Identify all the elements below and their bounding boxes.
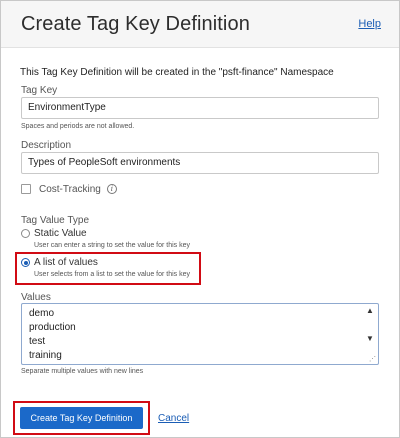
- help-link[interactable]: Help: [358, 18, 381, 30]
- tag-value-type-label: Tag Value Type: [21, 215, 90, 226]
- create-tag-key-button[interactable]: Create Tag Key Definition: [20, 407, 143, 429]
- create-tag-key-dialog: Create Tag Key Definition Help This Tag …: [0, 0, 400, 438]
- tag-key-input[interactable]: EnvironmentType: [21, 97, 379, 119]
- value-line: demo: [29, 308, 55, 319]
- resize-handle-icon[interactable]: ⋰: [369, 356, 376, 363]
- values-scrollbar[interactable]: ▲ ▼: [365, 306, 375, 362]
- info-icon[interactable]: i: [106, 184, 117, 194]
- radio-list-of-values[interactable]: A list of values: [21, 257, 98, 268]
- scroll-down-icon[interactable]: ▼: [365, 334, 375, 344]
- value-line: production: [29, 322, 76, 333]
- list-of-values-label: A list of values: [34, 257, 98, 268]
- list-of-values-hint: User selects from a list to set the valu…: [34, 271, 191, 278]
- cancel-link[interactable]: Cancel: [158, 413, 189, 424]
- description-input[interactable]: Types of PeopleSoft environments: [21, 152, 379, 174]
- static-value-label: Static Value: [34, 228, 87, 239]
- tag-key-label: Tag Key: [21, 85, 58, 96]
- dialog-header: Create Tag Key Definition Help: [1, 1, 399, 48]
- values-label: Values: [21, 292, 51, 303]
- namespace-intro-text: This Tag Key Definition will be created …: [20, 67, 334, 78]
- tag-key-hint: Spaces and periods are not allowed.: [21, 123, 135, 130]
- value-line: test: [29, 336, 46, 347]
- cost-tracking-label: Cost-Tracking: [39, 183, 101, 195]
- values-textarea[interactable]: demo production test training ▲ ▼ ⋰: [21, 303, 379, 365]
- scroll-up-icon[interactable]: ▲: [365, 306, 375, 316]
- values-hint: Separate multiple values with new lines: [21, 368, 144, 375]
- cost-tracking-row: Cost-Tracking i: [21, 182, 117, 196]
- value-line: training: [29, 350, 62, 361]
- description-label: Description: [21, 140, 72, 151]
- static-value-hint: User can enter a string to set the value…: [34, 242, 191, 249]
- radio-static-value[interactable]: Static Value: [21, 228, 87, 239]
- dialog-title: Create Tag Key Definition: [21, 13, 250, 35]
- static-value-radio[interactable]: [21, 229, 30, 238]
- list-of-values-radio[interactable]: [21, 258, 30, 267]
- cost-tracking-checkbox[interactable]: [21, 184, 31, 194]
